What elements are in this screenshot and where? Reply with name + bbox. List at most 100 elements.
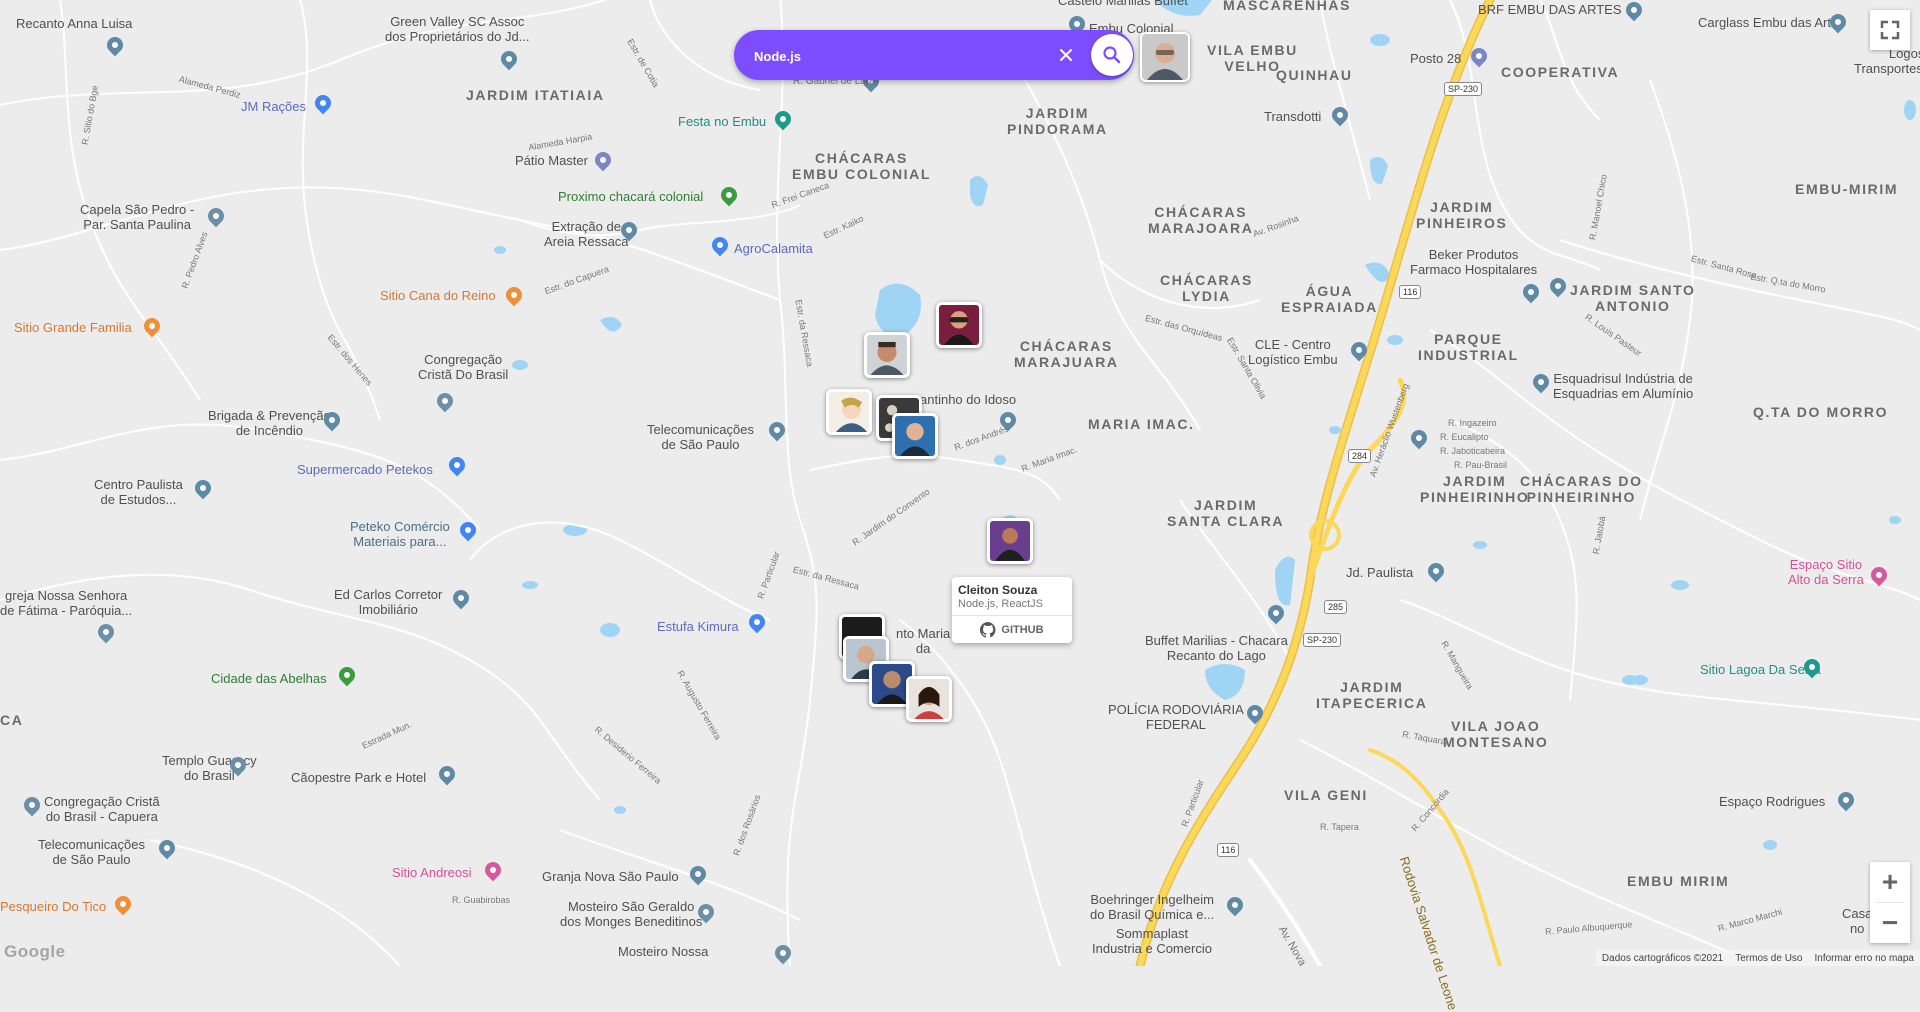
poi-label[interactable]: Green Valley SC Assoc dos Proprietários … bbox=[385, 14, 530, 45]
poi-label[interactable]: Logos Logi Transportes Plan bbox=[1854, 46, 1920, 77]
poi-label[interactable]: JM Rações bbox=[241, 99, 306, 115]
poi-label[interactable]: AgroCalamita bbox=[734, 241, 813, 257]
poi-label[interactable]: Congregação Cristã Do Brasil bbox=[418, 352, 508, 383]
area-label: EMBU MIRIM bbox=[1627, 873, 1730, 889]
highway-shield: 116 bbox=[1217, 843, 1240, 857]
area-label: ÁGUA ESPRAIADA bbox=[1281, 283, 1378, 316]
poi-label[interactable]: BRF EMBU DAS ARTES bbox=[1478, 2, 1622, 18]
poi-label[interactable]: Beker Produtos Farmaco Hospitalares bbox=[1410, 247, 1537, 278]
poi-label[interactable]: Extração de Areia Ressaca bbox=[544, 219, 629, 250]
poi-label[interactable]: Boehringer Ingelheim do Brasil Química e… bbox=[1090, 892, 1214, 923]
poi-label[interactable]: Espaço Rodrigues bbox=[1719, 794, 1825, 810]
poi-label[interactable]: Pátio Master bbox=[515, 153, 588, 169]
poi-label[interactable]: Recanto Anna Luisa bbox=[16, 16, 132, 32]
map-footer: Dados cartográficos ©2021 Termos de Uso … bbox=[1595, 950, 1920, 966]
github-icon bbox=[980, 621, 996, 638]
poi-label[interactable]: Esquadrisul Indústria de Esquadrias em A… bbox=[1553, 371, 1693, 402]
poi-label[interactable]: POLÍCIA RODOVIÁRIA FEDERAL bbox=[1108, 702, 1244, 733]
developer-avatar-marker[interactable] bbox=[892, 413, 938, 459]
poi-label[interactable]: Espaço Sitio Alto da Serra bbox=[1788, 557, 1864, 588]
area-label: JARDIM PINDORAMA bbox=[1007, 105, 1108, 138]
area-label: CHÁCARAS DO PINHEIRINHO bbox=[1520, 473, 1643, 506]
highway-shield: 285 bbox=[1324, 600, 1348, 614]
zoom-in-button[interactable]: + bbox=[1870, 862, 1910, 902]
report-error-link[interactable]: Informar erro no mapa bbox=[1815, 953, 1915, 964]
poi-label[interactable]: Telecomunicações de São Paulo bbox=[647, 422, 754, 453]
poi-label[interactable]: Transdotti bbox=[1264, 109, 1321, 125]
github-label: GITHUB bbox=[1001, 623, 1044, 636]
map-data-attribution: Dados cartográficos ©2021 bbox=[1601, 952, 1724, 964]
poi-label[interactable]: Centro Paulista de Estudos... bbox=[94, 477, 183, 508]
poi-label[interactable]: Sitio Andreosi bbox=[392, 865, 472, 881]
poi-label[interactable]: Congregação Cristã do Brasil - Capuera bbox=[44, 794, 160, 825]
highway-shield: SP-230 bbox=[1303, 633, 1342, 647]
poi-label[interactable]: Festa no Embu bbox=[678, 114, 766, 130]
highway-shield: 284 bbox=[1348, 449, 1372, 463]
poi-label[interactable]: Proximo chacará colonial bbox=[558, 189, 703, 205]
poi-label[interactable]: Brigada & Prevenção de Incêndio bbox=[208, 408, 331, 439]
poi-label[interactable]: Sitio Lagoa Da Serra bbox=[1700, 662, 1821, 678]
poi-label[interactable]: Castelo Marilias Buffet bbox=[1058, 0, 1188, 9]
area-label: Q.TA DO MORRO bbox=[1753, 404, 1889, 420]
close-icon bbox=[1060, 49, 1072, 61]
poi-label[interactable]: Posto 28 bbox=[1410, 51, 1461, 67]
area-label: EMBU-MIRIM bbox=[1795, 181, 1899, 197]
developer-techs: Node.js, ReactJS bbox=[958, 598, 1043, 610]
search-input[interactable] bbox=[752, 42, 1056, 70]
poi-label[interactable]: Sitio Cana do Reino bbox=[380, 288, 496, 304]
developer-avatar-marker[interactable] bbox=[826, 389, 872, 435]
poi-label[interactable]: antinho do Idoso bbox=[920, 392, 1016, 408]
poi-label[interactable]: Cidade das Abelhas bbox=[211, 671, 327, 687]
poi-label[interactable]: Mosteiro Nossa bbox=[618, 944, 708, 960]
poi-label[interactable]: Sitio Grande Familia bbox=[14, 320, 132, 336]
poi-label[interactable]: Jd. Paulista bbox=[1346, 565, 1413, 581]
developer-avatar-marker[interactable] bbox=[936, 302, 982, 348]
developer-avatar-marker[interactable] bbox=[864, 332, 910, 378]
poi-label[interactable]: Telecomunicações de São Paulo bbox=[38, 837, 145, 868]
poi-label[interactable]: Granja Nova São Paulo bbox=[542, 869, 679, 885]
area-label: CHÁCARAS LYDIA bbox=[1160, 272, 1253, 305]
clear-search-button[interactable] bbox=[1055, 44, 1077, 66]
poi-label[interactable]: Cãopestre Park e Hotel bbox=[291, 770, 426, 786]
poi-label[interactable]: Estufa Kimura bbox=[657, 619, 739, 635]
area-label: MARIA IMAC. bbox=[1088, 416, 1195, 432]
road-label: R. Eucalipto bbox=[1440, 432, 1489, 442]
area-label: JARDIM ITAPECERICA bbox=[1316, 679, 1428, 712]
poi-label[interactable]: Ed Carlos Corretor Imobiliário bbox=[334, 587, 442, 618]
poi-label[interactable]: Carglass Embu das Artes bbox=[1698, 15, 1845, 31]
github-button[interactable]: GITHUB bbox=[952, 616, 1072, 643]
poi-label[interactable]: Buffet Marilias - Chacara Recanto do Lag… bbox=[1145, 633, 1288, 664]
road-label: R. Ingazeiro bbox=[1448, 418, 1497, 428]
developer-avatar-marker[interactable] bbox=[987, 518, 1033, 564]
fullscreen-button[interactable] bbox=[1870, 10, 1910, 50]
road-label: R. Guabirobas bbox=[452, 895, 511, 905]
area-label: JARDIM SANTA CLARA bbox=[1167, 497, 1285, 530]
poi-label[interactable]: Pesqueiro Do Tico bbox=[0, 899, 106, 915]
poi-label[interactable]: Mosteiro São Geraldo dos Monges Benediti… bbox=[560, 899, 702, 930]
poi-label[interactable]: nto Maria da bbox=[896, 626, 950, 657]
area-label: JARDIM SANTO ANTONIO bbox=[1570, 282, 1696, 315]
poi-label[interactable]: greja Nossa Senhora de Fátima - Paróquia… bbox=[0, 588, 132, 619]
search-button[interactable] bbox=[1091, 34, 1133, 76]
developer-avatar-marker[interactable] bbox=[906, 676, 952, 722]
poi-label[interactable]: Casa no bbox=[1842, 906, 1872, 937]
developer-name: Cleiton Souza bbox=[958, 583, 1038, 597]
road-label: R. Tapera bbox=[1320, 822, 1359, 832]
highway-shield: 116 bbox=[1399, 285, 1422, 299]
poi-label[interactable]: Sommaplast Industria e Comercio bbox=[1092, 926, 1212, 957]
poi-label[interactable]: Capela São Pedro - Par. Santa Paulina bbox=[80, 202, 194, 233]
area-label: COOPERATIVA bbox=[1501, 64, 1620, 80]
user-avatar[interactable] bbox=[1140, 32, 1190, 82]
google-logo[interactable]: Google bbox=[4, 942, 66, 962]
poi-label[interactable]: Peteko Comércio Materiais para... bbox=[350, 519, 450, 550]
area-label: CHÁCARAS EMBU COLONIAL bbox=[792, 150, 932, 183]
poi-label[interactable]: CLE - Centro Logístico Embu bbox=[1248, 337, 1338, 368]
area-label: JARDIM ITATIAIA bbox=[466, 87, 605, 103]
poi-label[interactable]: Supermercado Petekos bbox=[297, 462, 433, 478]
area-label: JARDIM PINHEIRINHO bbox=[1420, 473, 1530, 506]
area-label: CA bbox=[0, 712, 24, 728]
area-label: CHÁCARAS MARAJUARA bbox=[1014, 338, 1119, 371]
area-label: QUINHAU bbox=[1276, 67, 1353, 83]
terms-link[interactable]: Termos de Uso bbox=[1735, 953, 1802, 964]
zoom-out-button[interactable]: − bbox=[1870, 903, 1910, 943]
